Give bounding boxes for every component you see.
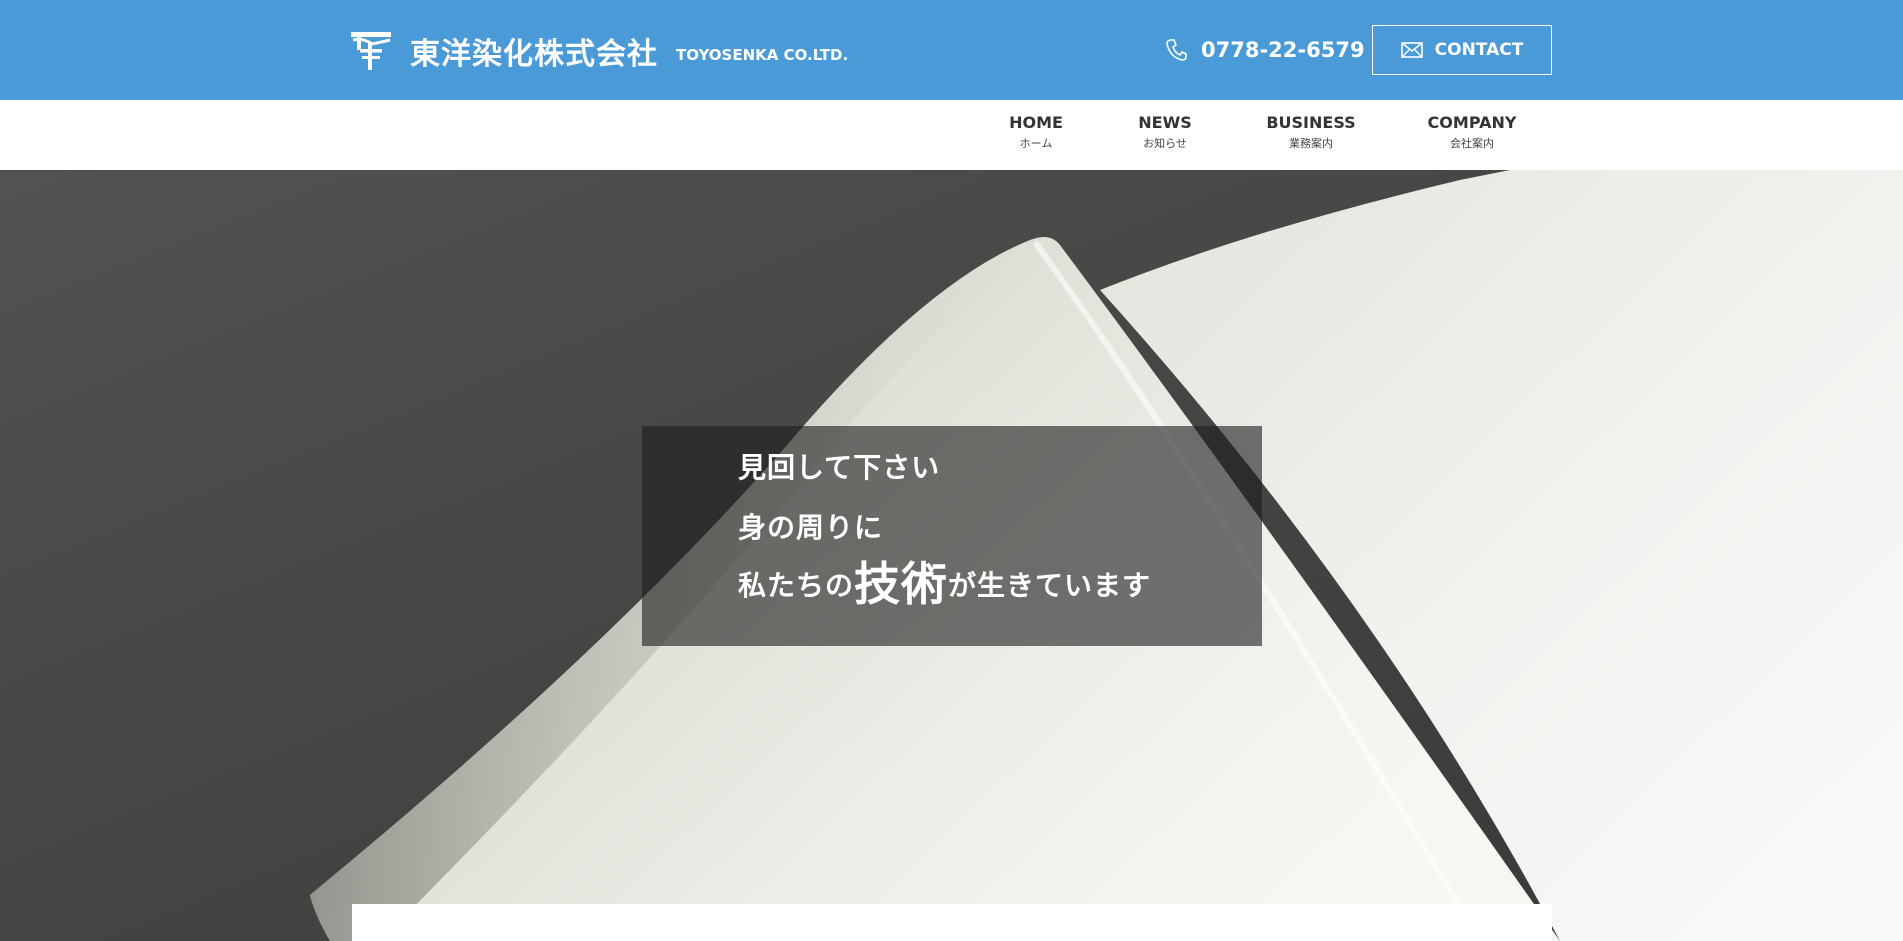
hero-catch-line-2: 身の周りに [738, 511, 884, 544]
phone-number: 0778-22-6579 [1201, 38, 1365, 62]
nav-item-home[interactable]: HOME ホーム [1009, 112, 1063, 186]
nav-item-sublabel: 会社案内 [1449, 137, 1494, 150]
nav-item-label: NEWS [1138, 113, 1192, 132]
hero-catch-text: 私たちの [738, 569, 855, 602]
mail-icon [1400, 42, 1423, 58]
tt-logo-icon [351, 32, 391, 70]
nav-item-news[interactable]: NEWS お知らせ [1138, 112, 1192, 152]
phone-icon [1166, 39, 1187, 61]
hero-catch-line-1: 見回して下さい [738, 451, 941, 484]
nav-item-label: BUSINESS [1266, 113, 1356, 132]
company-name: 東洋染化株式会社 [410, 37, 658, 72]
site-header: 東洋染化株式会社 TOYOSENKA CO.LTD. 0778-22-6579 … [0, 0, 1903, 100]
nav-item-sublabel: 業務案内 [1289, 137, 1333, 150]
hero-catchcopy-box: 見回して下さい 身の周りに 私たちの技術が生きています [642, 426, 1262, 646]
company-name-en: TOYOSENKA CO.LTD. [676, 46, 849, 64]
hero-catch-emphasis: 技術 [854, 557, 949, 611]
contact-button[interactable]: CONTACT [1372, 25, 1552, 75]
contact-label: CONTACT [1434, 40, 1524, 60]
nav-item-sublabel: ホーム [1019, 137, 1053, 150]
content-card-top [352, 904, 1552, 941]
nav-item-sublabel: お知らせ [1143, 137, 1187, 150]
nav-item-label: COMPANY [1427, 113, 1517, 132]
nav-item-business[interactable]: BUSINESS 業務案内 [1266, 112, 1355, 152]
nav-item-label: HOME [1009, 113, 1063, 132]
main-nav: HOME ホーム NEWS お知らせ BUSINESS 業務案内 COMPANY… [0, 100, 1903, 186]
phone-link[interactable]: 0778-22-6579 [1165, 34, 1365, 66]
hero-catch-line-3: 私たちの技術が生きています [738, 561, 1152, 607]
site-logo-link[interactable]: 東洋染化株式会社 TOYOSENKA CO.LTD. [350, 30, 848, 72]
hero-section: 見回して下さい 身の周りに 私たちの技術が生きています [0, 170, 1903, 941]
nav-item-company[interactable]: COMPANY 会社案内 [1428, 112, 1517, 152]
hero-catch-text: が生きています [948, 569, 1152, 602]
